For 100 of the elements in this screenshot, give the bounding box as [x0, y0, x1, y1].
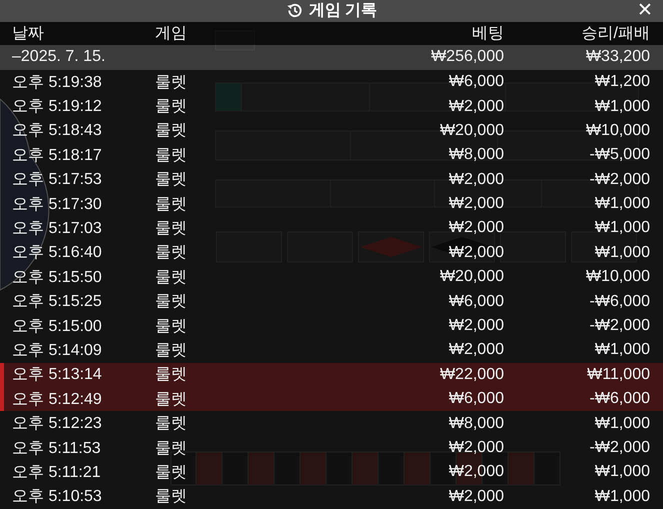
date-label: –2025. 7. 15.	[12, 48, 106, 66]
table-cell-text: 오후 5:10:53	[12, 487, 103, 508]
history-row[interactable]: 오후 5:13:14 룰렛 ₩22,000 ₩11,000	[0, 362, 663, 388]
table-cell-text: ₩2,000	[448, 341, 504, 360]
table-cell-text: ₩1,000	[594, 414, 650, 433]
table-cell-text: ₩1,000	[594, 98, 650, 116]
table-cell-text: ₩6,000	[448, 292, 504, 311]
table-cell-text: 오후 5:13:14	[12, 365, 103, 386]
table-cell-text: 룰렛	[154, 365, 187, 386]
table-cell-text: 룰렛	[154, 194, 187, 215]
table-cell-text: 오후 5:12:49	[12, 390, 103, 410]
history-row[interactable]: 오후 5:18:43 룰렛 ₩20,000 ₩10,000	[0, 118, 663, 144]
table-cell-text: ₩20,000	[438, 268, 504, 286]
table-cell-text: ₩2,000	[448, 488, 504, 506]
table-cell-text: ₩10,000	[584, 122, 650, 140]
history-row[interactable]: 오후 5:19:38 룰렛 ₩6,000 ₩1,200	[0, 70, 663, 94]
table-cell-text: 룰렛	[154, 243, 187, 264]
table-cell-text: 오후 5:17:03	[12, 218, 103, 239]
history-row[interactable]: 오후 5:18:17 룰렛 ₩8,000 -₩5,000	[0, 143, 663, 168]
total-result: ₩33,200	[584, 48, 650, 66]
table-cell-text: -₩5,000	[588, 146, 650, 164]
history-row[interactable]: 오후 5:11:21 룰렛 ₩2,000 ₩1,000	[0, 460, 663, 485]
table-cell-text: -₩2,000	[588, 439, 650, 457]
table-cell-text: 룰렛	[154, 121, 187, 142]
column-header: 게임	[154, 24, 187, 44]
table-cell-text: 오후 5:14:09	[12, 340, 103, 361]
table-cell-text: 오후 5:17:30	[12, 194, 103, 215]
history-row[interactable]: 오후 5:17:03 룰렛 ₩2,000 ₩1,000	[0, 216, 663, 241]
table-cell-text: ₩6,000	[448, 73, 504, 92]
table-cell-text: 룰렛	[154, 292, 187, 312]
table-cell-text: -₩2,000	[588, 170, 650, 189]
history-row[interactable]: 오후 5:15:25 룰렛 ₩6,000 -₩6,000	[0, 289, 663, 314]
close-button[interactable]: ✕	[633, 0, 657, 22]
history-row[interactable]: 오후 5:17:53 룰렛 ₩2,000 -₩2,000	[0, 168, 663, 192]
history-row[interactable]: 오후 5:12:23 룰렛 ₩8,000 ₩1,000	[0, 411, 663, 436]
table-cell-text: 룰렛	[154, 316, 187, 337]
table-cell-text: 룰렛	[154, 462, 187, 483]
history-icon	[286, 2, 303, 20]
table-cell-text: 오후 5:18:17	[12, 146, 103, 166]
table-cell-text: 룰렛	[154, 146, 187, 166]
table-cell-text: ₩1,200	[594, 73, 650, 92]
table-cell-text: ₩6,000	[448, 390, 504, 408]
table-cell-text: 오후 5:15:50	[12, 268, 103, 288]
table-cell-text: ₩1,000	[594, 244, 650, 262]
table-cell-text: 오후 5:19:12	[12, 97, 103, 118]
history-row[interactable]: 오후 5:14:09 룰렛 ₩2,000 ₩1,000	[0, 338, 663, 363]
column-header: 승리/패배	[580, 24, 650, 44]
table-cell-text: ₩1,000	[594, 219, 650, 238]
table-cell-text: ₩2,000	[448, 317, 504, 336]
table-cell-text: -₩6,000	[588, 292, 650, 311]
table-cell-text: ₩2,000	[448, 219, 504, 238]
table-cell-text: 오후 5:11:53	[12, 438, 102, 458]
table-cell-text: ₩2,000	[448, 195, 504, 214]
table-cell-text: ₩1,000	[594, 195, 650, 214]
table-cell-text: ₩11,000	[586, 366, 650, 384]
table-cell-text: 오후 5:11:21	[12, 462, 102, 483]
history-row[interactable]: 오후 5:15:50 룰렛 ₩20,000 ₩10,000	[0, 265, 663, 290]
table-cell-text: ₩22,000	[438, 366, 504, 384]
table-cell-text: ₩2,000	[448, 439, 504, 457]
table-cell-text: ₩10,000	[584, 268, 650, 286]
table-cell-text: ₩2,000	[448, 463, 504, 482]
table-cell-text: ₩1,000	[594, 488, 650, 506]
history-row[interactable]: 오후 5:16:40 룰렛 ₩2,000 ₩1,000	[0, 240, 663, 266]
table-cell-text: ₩8,000	[448, 414, 504, 433]
table-cell-text: 룰렛	[154, 340, 187, 361]
table-cell-text: ₩1,000	[594, 463, 650, 482]
table-cell-text: ₩2,000	[448, 98, 504, 116]
table-cell-text: 룰렛	[154, 390, 187, 410]
table-cell-text: 룰렛	[154, 487, 187, 508]
table-cell-text: 오후 5:16:40	[12, 243, 103, 264]
history-row[interactable]: 오후 5:11:53 룰렛 ₩2,000 -₩2,000	[0, 436, 663, 460]
table-cell-text: ₩8,000	[448, 146, 504, 164]
table-cell-text: 룰렛	[154, 72, 187, 93]
table-cell-text: 오후 5:17:53	[12, 170, 103, 190]
column-header: 날짜	[12, 24, 45, 44]
table-cell-text: 룰렛	[154, 268, 187, 288]
history-row[interactable]: 오후 5:17:30 룰렛 ₩2,000 ₩1,000	[0, 192, 663, 216]
table-cell-text: 룰렛	[154, 438, 187, 458]
history-row[interactable]: 오후 5:19:12 룰렛 ₩2,000 ₩1,000	[0, 94, 663, 119]
table-cell-text: ₩1,000	[594, 341, 650, 360]
window-title: 게임 기록	[308, 1, 378, 22]
table-cell-text: 룰렛	[154, 170, 187, 190]
history-row[interactable]: 오후 5:15:00 룰렛 ₩2,000 -₩2,000	[0, 314, 663, 338]
table-cell-text: 오후 5:15:25	[12, 292, 103, 312]
table-cell-text: 오후 5:15:00	[12, 316, 103, 337]
table-cell-text: 룰렛	[154, 218, 187, 239]
table-cell-text: 오후 5:18:43	[12, 121, 103, 142]
total-bet: ₩256,000	[430, 48, 504, 66]
table-cell-text: -₩2,000	[588, 317, 650, 336]
table-cell-text: 룰렛	[154, 97, 187, 118]
table-cell-text: 오후 5:12:23	[12, 414, 103, 434]
table-cell-text: -₩6,000	[588, 390, 650, 408]
table-cell-text: 오후 5:19:38	[12, 72, 103, 93]
table-cell-text: ₩2,000	[448, 244, 504, 262]
table-cell-text: 룰렛	[154, 414, 187, 434]
history-row[interactable]: 오후 5:10:53 룰렛 ₩2,000 ₩1,000	[0, 484, 663, 509]
table-cell-text: ₩2,000	[448, 170, 504, 189]
table-cell-text: ₩20,000	[438, 122, 504, 140]
column-header: 베팅	[471, 24, 504, 44]
history-row[interactable]: 오후 5:12:49 룰렛 ₩6,000 -₩6,000	[0, 387, 663, 412]
